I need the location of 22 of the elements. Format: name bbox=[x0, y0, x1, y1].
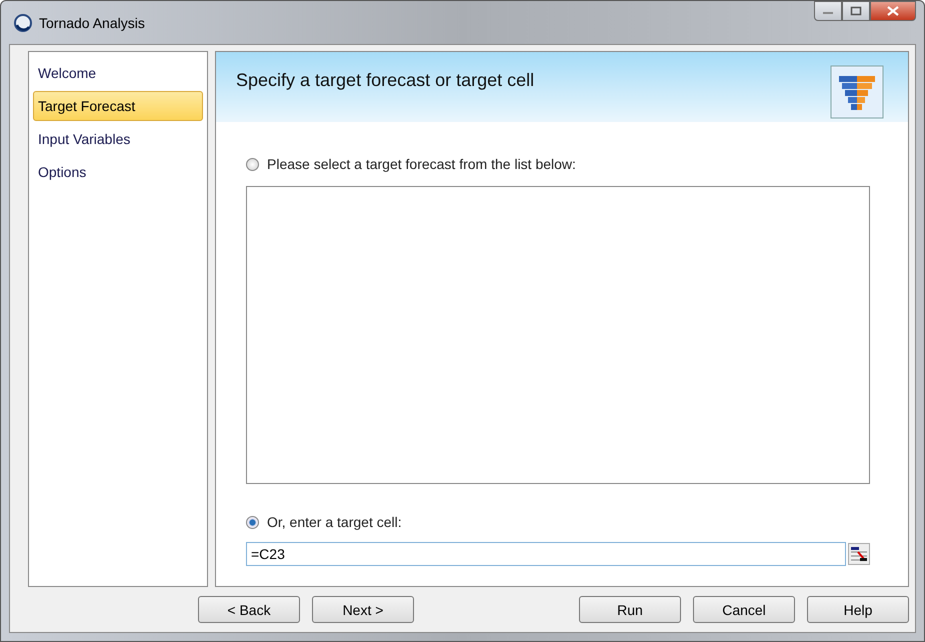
page-heading: Specify a target forecast or target cell bbox=[236, 70, 534, 91]
sidebar-item[interactable]: Options bbox=[33, 157, 203, 187]
input-field[interactable]: =C23 bbox=[246, 542, 846, 566]
close-button[interactable] bbox=[870, 1, 916, 21]
maximize-button[interactable] bbox=[842, 1, 870, 21]
dialog-button[interactable]: Run bbox=[579, 596, 681, 623]
cell-picker-icon[interactable] bbox=[848, 543, 870, 565]
dialog-button[interactable]: Cancel bbox=[693, 596, 795, 623]
radio-option[interactable]: Please select a target forecast from the list below: bbox=[246, 156, 870, 172]
dialog-button[interactable]: Next > bbox=[312, 596, 414, 623]
dialog-button[interactable]: Help bbox=[807, 596, 909, 623]
minimize-button[interactable] bbox=[814, 1, 842, 21]
tornado-chart-icon bbox=[830, 65, 884, 119]
sidebar-item[interactable]: Welcome bbox=[33, 58, 203, 88]
window-title: Tornado Analysis bbox=[39, 14, 145, 30]
sidebar-item[interactable]: Target Forecast bbox=[33, 91, 203, 121]
sidebar-item[interactable]: Input Variables bbox=[33, 124, 203, 154]
dialog-button[interactable]: < Back bbox=[198, 596, 300, 623]
close-icon bbox=[887, 6, 899, 16]
radio-option[interactable]: Or, enter a target cell: bbox=[246, 514, 870, 530]
maximize-icon bbox=[850, 6, 862, 16]
app-icon bbox=[13, 12, 33, 32]
